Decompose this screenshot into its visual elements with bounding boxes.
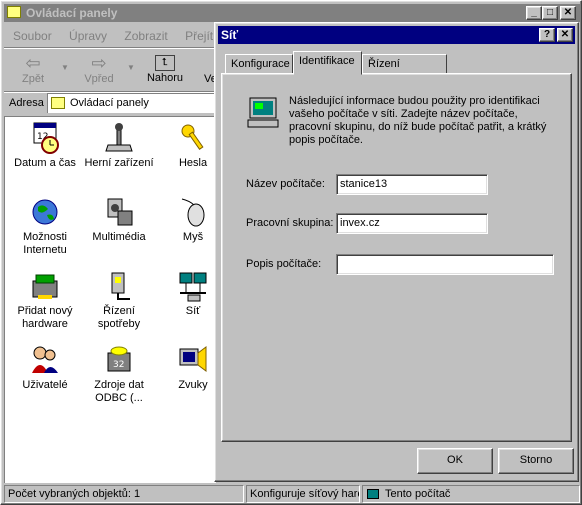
tab-panel: Následující informace budou použity pro … <box>221 73 572 442</box>
control-item[interactable]: Síť <box>155 269 216 318</box>
control-item[interactable]: Hesla <box>155 121 216 170</box>
ok-button[interactable]: OK <box>417 448 493 474</box>
status-location: Tento počítač <box>362 485 580 503</box>
multimedia-icon <box>107 198 133 226</box>
back-button[interactable]: ⇦ Zpět <box>9 53 57 89</box>
workgroup-field[interactable]: invex.cz <box>336 213 488 234</box>
dialog-title: Síť <box>221 28 239 42</box>
computer-icon <box>367 489 379 499</box>
info-text: Následující informace budou použity pro … <box>289 95 547 146</box>
menu-view[interactable]: Zobrazit <box>124 29 167 43</box>
mouse-icon <box>181 198 205 227</box>
menu-divider <box>4 47 216 49</box>
explorer-title: Ovládací panely <box>26 6 118 20</box>
tab-access-control[interactable]: Řízení přístupu <box>362 54 447 88</box>
forward-button[interactable]: ⇨ Vpřed <box>75 53 123 89</box>
tab-identification[interactable]: Identifikace <box>293 51 362 75</box>
joystick-icon <box>105 123 133 152</box>
control-item[interactable]: Multimédia <box>81 195 157 244</box>
workgroup-label: Pracovní skupina: <box>246 217 334 229</box>
control-item[interactable]: Možnosti Internetu <box>7 195 83 257</box>
status-description: Konfiguruje síťový hard <box>246 485 360 503</box>
tab-configuration[interactable]: Konfigurace <box>225 54 293 74</box>
back-dropdown-icon[interactable]: ▼ <box>61 63 69 72</box>
control-item[interactable]: 32 Zdroje dat ODBC (... <box>81 343 157 405</box>
up-button[interactable]: ⮤ Nahoru <box>141 53 189 89</box>
status-selected: Počet vybraných objektů: 1 <box>4 485 244 503</box>
up-folder-icon: ⮤ <box>155 55 175 71</box>
forward-dropdown-icon[interactable]: ▼ <box>127 63 135 72</box>
control-item[interactable]: Přidat nový hardware <box>7 269 83 331</box>
control-item[interactable]: 12 Datum a čas <box>7 121 83 170</box>
computer-name-label: Název počítače: <box>246 178 325 190</box>
network-dialog: Síť ? ✕ Konfigurace Identifikace Řízení … <box>214 22 579 482</box>
cancel-button[interactable]: Storno <box>498 448 574 474</box>
menu-go[interactable]: Přejít <box>185 29 213 43</box>
dialog-titlebar[interactable]: Síť ? ✕ <box>218 26 575 44</box>
forward-arrow-icon: ⇨ <box>91 53 107 73</box>
computer-description-label: Popis počítače: <box>246 258 322 270</box>
explorer-titlebar[interactable]: Ovládací panely _ □ ✕ <box>4 4 580 22</box>
computer-description-field[interactable] <box>336 254 554 275</box>
address-label: Adresa <box>9 97 44 109</box>
menu-file[interactable]: Soubor <box>13 29 52 43</box>
control-item[interactable]: Zvuky <box>155 343 216 392</box>
computer-name-field[interactable]: stanice13 <box>336 174 488 195</box>
power-plug-icon <box>111 272 130 300</box>
back-arrow-icon: ⇦ <box>25 53 41 73</box>
control-item[interactable]: Myš <box>155 195 216 244</box>
address-folder-icon <box>51 97 65 109</box>
close-button[interactable]: ✕ <box>560 6 576 20</box>
globe-icon <box>32 199 58 225</box>
network-icon <box>179 272 207 302</box>
odbc-icon: 32 <box>107 346 131 372</box>
menu-edit[interactable]: Úpravy <box>69 29 107 43</box>
dialog-close-button[interactable]: ✕ <box>557 28 573 42</box>
calendar-clock-icon: 12 <box>33 122 59 154</box>
keys-icon <box>181 124 204 150</box>
help-button[interactable]: ? <box>539 28 555 42</box>
maximize-button[interactable]: □ <box>542 6 558 20</box>
svg-text:32: 32 <box>113 360 124 370</box>
control-item[interactable]: Herní zařízení <box>81 121 157 170</box>
control-item[interactable]: Uživatelé <box>7 343 83 392</box>
add-hardware-icon <box>32 274 58 299</box>
minimize-button[interactable]: _ <box>526 6 542 20</box>
content-pane: 12 Datum a čas Herní zařízení Hesla Možn… <box>4 116 216 483</box>
folder-icon <box>7 6 21 18</box>
network-computer-icon <box>247 97 279 128</box>
control-item[interactable]: Řízení spotřeby <box>81 269 157 331</box>
users-icon <box>32 346 58 373</box>
address-field[interactable]: Ovládací panely <box>47 93 216 113</box>
speaker-icon <box>179 346 207 372</box>
